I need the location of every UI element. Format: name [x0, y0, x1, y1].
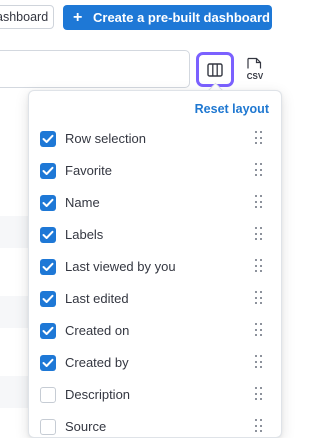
drag-handle-icon[interactable] — [255, 195, 263, 211]
column-label: Name — [65, 195, 100, 210]
checkmark-icon — [42, 262, 54, 271]
checkmark-icon — [42, 134, 54, 143]
drag-handle-icon[interactable] — [255, 387, 263, 403]
column-item-created-on[interactable]: Created on — [29, 315, 281, 347]
column-label: Description — [65, 387, 131, 402]
column-label: Created by — [65, 355, 129, 370]
search-input[interactable] — [0, 50, 190, 88]
column-item-name[interactable]: Name — [29, 187, 281, 219]
column-label: Last edited — [65, 291, 129, 306]
column-item-created-by[interactable]: Created by — [29, 347, 281, 379]
drag-handle-icon[interactable] — [255, 323, 263, 339]
drag-handle-icon[interactable] — [255, 291, 263, 307]
create-prebuilt-dashboard-button[interactable]: + Create a pre-built dashboard — [63, 5, 272, 30]
checkmark-icon — [42, 358, 54, 367]
column-item-description[interactable]: Description — [29, 379, 281, 411]
column-list: Row selection Favorite Name Labels Last view… — [29, 123, 281, 437]
checkmark-icon — [42, 326, 54, 335]
csv-file-icon: CSV — [247, 57, 264, 81]
checkmark-icon — [42, 166, 54, 175]
create-prebuilt-dashboard-label: Create a pre-built dashboard — [93, 10, 270, 25]
columns-popover: Reset layout Row selection Favorite Name La… — [28, 90, 282, 438]
drag-handle-icon[interactable] — [255, 259, 263, 275]
column-label: Favorite — [65, 163, 112, 178]
column-label: Source — [65, 419, 107, 434]
column-item-source[interactable]: Source — [29, 411, 281, 437]
drag-handle-icon[interactable] — [255, 355, 263, 371]
drag-handle-icon[interactable] — [255, 131, 263, 147]
column-checkbox[interactable] — [40, 291, 56, 307]
column-label: Last viewed by you — [65, 259, 176, 274]
checkmark-icon — [42, 198, 54, 207]
drag-handle-icon[interactable] — [255, 163, 263, 179]
column-checkbox[interactable] — [40, 227, 56, 243]
column-checkbox[interactable] — [40, 355, 56, 371]
checkmark-icon — [42, 294, 54, 303]
column-checkbox[interactable] — [40, 419, 56, 435]
csv-label: CSV — [247, 72, 264, 81]
csv-export-button[interactable]: CSV — [244, 57, 266, 83]
column-label: Created on — [65, 323, 130, 338]
column-checkbox[interactable] — [40, 131, 56, 147]
column-checkbox[interactable] — [40, 195, 56, 211]
column-checkbox[interactable] — [40, 323, 56, 339]
column-item-last-viewed-by-you[interactable]: Last viewed by you — [29, 251, 281, 283]
column-checkbox[interactable] — [40, 387, 56, 403]
column-label: Row selection — [65, 131, 146, 146]
drag-handle-icon[interactable] — [255, 227, 263, 243]
plus-icon: + — [73, 9, 83, 26]
column-label: Labels — [65, 227, 104, 242]
column-checkbox[interactable] — [40, 163, 56, 179]
drag-handle-icon[interactable] — [255, 419, 263, 435]
column-checkbox[interactable] — [40, 259, 56, 275]
columns-icon — [207, 63, 223, 77]
reset-layout-link[interactable]: Reset layout — [195, 102, 269, 116]
checkmark-icon — [42, 230, 54, 239]
dashboard-button[interactable]: Dashboard — [0, 5, 54, 29]
column-item-last-edited[interactable]: Last edited — [29, 283, 281, 315]
dashboard-button-label: Dashboard — [0, 10, 49, 24]
column-item-favorite[interactable]: Favorite — [29, 155, 281, 187]
column-item-labels[interactable]: Labels — [29, 219, 281, 251]
column-item-row-selection[interactable]: Row selection — [29, 123, 281, 155]
